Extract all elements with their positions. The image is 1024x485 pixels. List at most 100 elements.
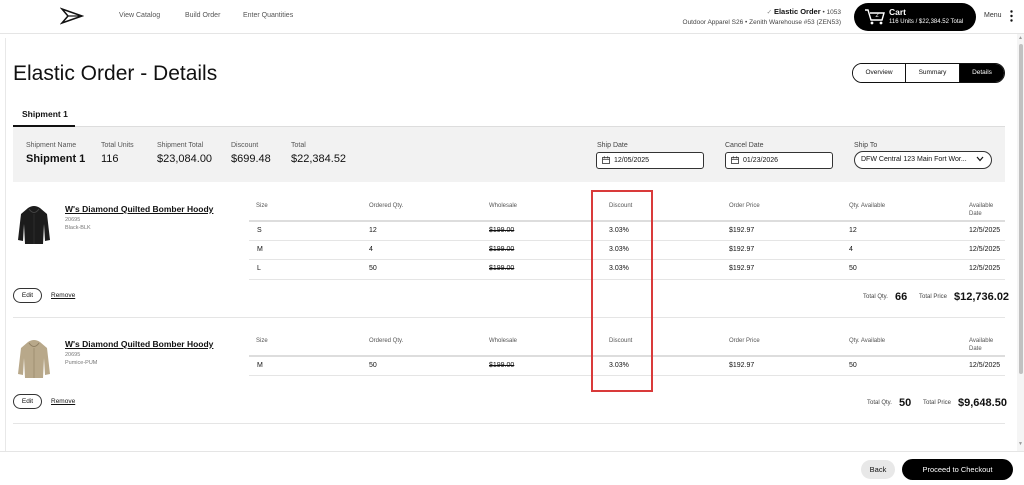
total-price-label: Total Price bbox=[923, 400, 952, 406]
summary-total-label: Total bbox=[291, 142, 306, 149]
order-subtitle: Outdoor Apparel S26 • Zenith Warehouse #… bbox=[682, 19, 841, 26]
total-qty-label: Total Qty. bbox=[867, 400, 892, 406]
edit-button[interactable]: Edit bbox=[13, 394, 42, 409]
cell-size: M bbox=[257, 246, 263, 253]
product-image[interactable] bbox=[16, 204, 52, 246]
cell-ordered-qty[interactable]: 50 bbox=[369, 362, 377, 369]
cancel-date-field[interactable]: 01/23/2026 bbox=[725, 152, 833, 169]
product-image[interactable] bbox=[16, 338, 52, 380]
cell-wholesale: $199.00 bbox=[489, 246, 515, 253]
top-bar: View Catalog Build Order Enter Quantitie… bbox=[0, 0, 1024, 34]
product-divider bbox=[13, 423, 1005, 424]
total-qty-value: 66 bbox=[895, 291, 908, 303]
product-name[interactable]: W's Diamond Quilted Bomber Hoody bbox=[65, 204, 213, 214]
summary-shipment-name-label: Shipment Name bbox=[26, 142, 77, 149]
cell-wholesale: $199.00 bbox=[489, 227, 515, 234]
ship-date-label: Ship Date bbox=[597, 142, 628, 149]
cell-qty-available: 50 bbox=[849, 362, 857, 369]
cell-qty-available: 4 bbox=[849, 246, 853, 253]
col-header-size: Size bbox=[256, 203, 268, 209]
proceed-to-checkout-button[interactable]: Proceed to Checkout bbox=[902, 459, 1013, 480]
product-meta: 20695 Pumice-PUM bbox=[65, 351, 97, 367]
nav-enter-quantities[interactable]: Enter Quantities bbox=[243, 12, 293, 19]
scroll-up-arrow-icon[interactable]: ▲ bbox=[1018, 35, 1023, 41]
nav-view-catalog[interactable]: View Catalog bbox=[119, 12, 160, 19]
cell-size: L bbox=[257, 265, 261, 272]
ship-to-label: Ship To bbox=[854, 142, 878, 149]
col-header-available-date: Available Date bbox=[969, 338, 994, 352]
edit-pencil-icon: ✓ bbox=[766, 9, 773, 16]
summary-total-value: $22,384.52 bbox=[291, 153, 347, 165]
summary-shipment-total-label: Shipment Total bbox=[157, 142, 204, 149]
edit-button[interactable]: Edit bbox=[13, 288, 42, 303]
col-header-ordered-qty: Ordered Qty. bbox=[369, 203, 404, 209]
cell-order-price: $192.97 bbox=[729, 227, 755, 234]
kebab-menu-icon[interactable] bbox=[1010, 10, 1013, 22]
product-name[interactable]: W's Diamond Quilted Bomber Hoody bbox=[65, 339, 213, 349]
cancel-date-label: Cancel Date bbox=[725, 142, 764, 149]
main-content bbox=[5, 38, 1017, 451]
remove-link[interactable]: Remove bbox=[51, 292, 75, 299]
cell-size: S bbox=[257, 227, 262, 234]
order-info[interactable]: ✓ Elastic Order • 1053 Outdoor Apparel S… bbox=[683, 7, 841, 28]
cell-order-price: $192.97 bbox=[729, 362, 755, 369]
col-header-order-price: Order Price bbox=[729, 338, 760, 344]
col-header-size: Size bbox=[256, 338, 268, 344]
col-header-qty-available: Qty. Available bbox=[849, 338, 886, 344]
product-style-number: 20695 bbox=[65, 217, 81, 223]
calendar-icon bbox=[731, 156, 739, 164]
cart-title: Cart bbox=[889, 7, 907, 17]
view-toggle: Overview Summary Details bbox=[852, 63, 1005, 83]
calendar-icon bbox=[602, 156, 610, 164]
ship-date-value: 12/05/2025 bbox=[614, 157, 650, 164]
back-button[interactable]: Back bbox=[861, 460, 895, 479]
page-title: Elastic Order - Details bbox=[13, 62, 218, 85]
col-header-ordered-qty: Ordered Qty. bbox=[369, 338, 404, 344]
total-price-label: Total Price bbox=[919, 294, 948, 300]
col-header-wholesale: Wholesale bbox=[489, 338, 518, 344]
cell-wholesale: $199.00 bbox=[489, 265, 515, 272]
menu-label[interactable]: Menu bbox=[984, 12, 1002, 19]
col-header-order-price: Order Price bbox=[729, 203, 760, 209]
tab-details[interactable]: Details bbox=[959, 64, 1004, 82]
summary-discount-label: Discount bbox=[231, 142, 259, 149]
product-divider bbox=[13, 317, 1005, 318]
cell-qty-available: 50 bbox=[849, 265, 857, 272]
product-color: Pumice-PUM bbox=[65, 360, 98, 366]
ship-to-select[interactable]: DFW Central 123 Main Fort Wor... bbox=[854, 151, 992, 169]
cart-button[interactable]: 2 Cart 116 Units / $22,384.52 Total bbox=[854, 3, 976, 31]
discount-column-highlight bbox=[591, 190, 653, 392]
summary-total-units-label: Total Units bbox=[101, 142, 134, 149]
summary-discount-value: $699.48 bbox=[231, 153, 271, 165]
tab-overview[interactable]: Overview bbox=[853, 64, 905, 82]
ship-to-value: DFW Central 123 Main Fort Wor... bbox=[861, 156, 967, 163]
cell-ordered-qty[interactable]: 4 bbox=[369, 246, 373, 253]
remove-link[interactable]: Remove bbox=[51, 398, 75, 405]
ship-date-field[interactable]: 12/05/2025 bbox=[596, 152, 704, 169]
nav-build-order[interactable]: Build Order bbox=[185, 12, 220, 19]
cell-ordered-qty[interactable]: 12 bbox=[369, 227, 377, 234]
summary-shipment-total: Shipment Total $23,084.00 bbox=[157, 142, 212, 165]
cell-available-date: 12/5/2025 bbox=[969, 362, 1001, 369]
cart-summary: 116 Units / $22,384.52 Total bbox=[889, 19, 964, 25]
order-name: Elastic Order bbox=[773, 7, 821, 16]
summary-total-units: Total Units 116 bbox=[101, 142, 134, 165]
cell-wholesale: $199.00 bbox=[489, 362, 515, 369]
brand-logo[interactable] bbox=[60, 6, 84, 26]
scroll-down-arrow-icon[interactable]: ▼ bbox=[1018, 441, 1023, 447]
product-color: Black-BLK bbox=[65, 225, 91, 231]
product-style-number: 20695 bbox=[65, 352, 81, 358]
scrollbar-thumb[interactable] bbox=[1019, 44, 1023, 374]
col-header-qty-available: Qty. Available bbox=[849, 203, 886, 209]
tab-summary[interactable]: Summary bbox=[905, 64, 959, 82]
cell-order-price: $192.97 bbox=[729, 265, 755, 272]
cell-ordered-qty[interactable]: 50 bbox=[369, 265, 377, 272]
col-header-available-date: Available Date bbox=[969, 203, 994, 217]
tab-shipment-1[interactable]: Shipment 1 bbox=[22, 109, 68, 119]
summary-discount: Discount $699.48 bbox=[231, 142, 271, 165]
cell-size: M bbox=[257, 362, 263, 369]
total-price-value: $12,736.02 bbox=[954, 291, 1010, 303]
cart-count-badge: 2 bbox=[875, 13, 879, 19]
order-number: • 1053 bbox=[822, 9, 841, 16]
col-header-wholesale: Wholesale bbox=[489, 203, 518, 209]
